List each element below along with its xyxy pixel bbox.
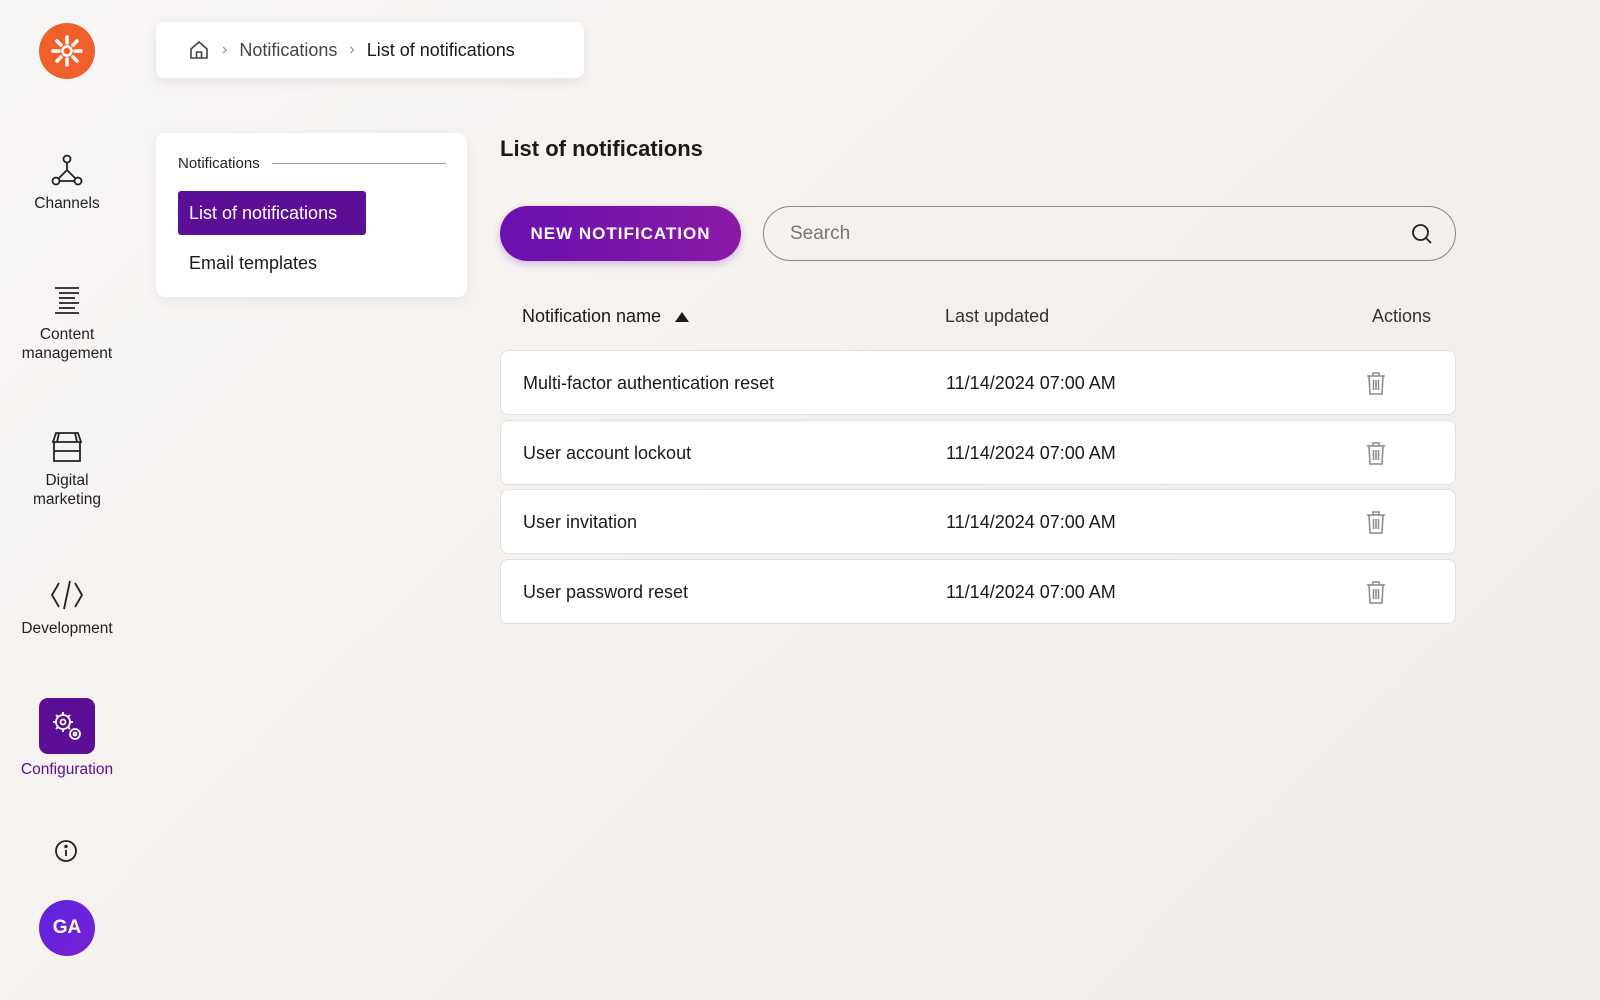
chevron-right-icon: › bbox=[349, 41, 355, 58]
last-updated: 11/14/2024 07:00 AM bbox=[946, 442, 1116, 463]
search-icon[interactable] bbox=[1411, 223, 1433, 245]
submenu-item-list[interactable]: List of notifications bbox=[178, 191, 366, 235]
search-box bbox=[763, 206, 1456, 261]
table-row[interactable]: User invitation 11/14/2024 07:00 AM bbox=[500, 489, 1456, 554]
left-rail: Channels Content management Digital mark… bbox=[0, 0, 134, 1000]
home-icon[interactable] bbox=[188, 39, 210, 61]
column-header-last-updated: Last updated bbox=[945, 306, 1050, 326]
last-updated: 11/14/2024 07:00 AM bbox=[946, 581, 1116, 602]
channels-icon bbox=[51, 154, 83, 186]
trash-icon[interactable] bbox=[1365, 441, 1387, 466]
column-header-actions: Actions bbox=[1371, 306, 1431, 326]
table-row[interactable]: Multi-factor authentication reset 11/14/… bbox=[500, 350, 1456, 415]
last-updated: 11/14/2024 07:00 AM bbox=[946, 512, 1116, 532]
notification-name: User account lockout bbox=[523, 442, 692, 463]
nav-channels[interactable]: Channels bbox=[0, 152, 134, 213]
sort-ascending-icon bbox=[675, 311, 690, 322]
nav-content-label-1: Content bbox=[39, 326, 95, 343]
logo[interactable] bbox=[39, 23, 95, 79]
nav-digital-label-1: Digital bbox=[45, 472, 89, 489]
chevron-right-icon: › bbox=[222, 41, 228, 58]
submenu-item-email-templates[interactable]: Email templates bbox=[178, 241, 328, 285]
logo-icon bbox=[51, 35, 83, 67]
nav-content-management[interactable]: Content management bbox=[0, 283, 134, 363]
table-header: Notification name Last updated Actions bbox=[500, 300, 1456, 336]
divider bbox=[271, 163, 446, 164]
breadcrumb-current: List of notifications bbox=[366, 39, 515, 60]
notification-name: Multi-factor authentication reset bbox=[523, 373, 775, 393]
notifications-table: Multi-factor authentication reset 11/14/… bbox=[500, 350, 1456, 628]
nav-digital-label-2: marketing bbox=[32, 491, 102, 508]
submenu: Notifications List of notifications Emai… bbox=[156, 133, 467, 297]
nav-development[interactable]: Development bbox=[0, 577, 134, 638]
column-header-name[interactable]: Notification name bbox=[522, 306, 690, 327]
store-icon bbox=[51, 432, 83, 462]
nav-digital-marketing[interactable]: Digital marketing bbox=[0, 429, 134, 509]
nav-channels-label: Channels bbox=[34, 195, 100, 212]
page-title: List of notifications bbox=[500, 136, 703, 161]
last-updated: 11/14/2024 07:00 AM bbox=[946, 373, 1116, 393]
breadcrumb: › Notifications › List of notifications bbox=[156, 22, 584, 78]
nav-development-label: Development bbox=[21, 620, 113, 637]
table-row[interactable]: User account lockout 11/14/2024 07:00 AM bbox=[500, 419, 1456, 485]
search-input[interactable] bbox=[790, 222, 1411, 245]
trash-icon[interactable] bbox=[1365, 510, 1387, 535]
info-button[interactable] bbox=[54, 839, 78, 868]
nav-configuration[interactable]: Configuration bbox=[0, 698, 134, 779]
nav-content-label-2: management bbox=[21, 345, 113, 362]
code-icon bbox=[50, 580, 84, 610]
nav-configuration-label: Configuration bbox=[20, 761, 114, 778]
breadcrumb-notifications[interactable]: Notifications bbox=[239, 40, 337, 61]
content-icon bbox=[55, 287, 79, 314]
gear-icon bbox=[53, 712, 81, 740]
new-notification-button[interactable]: NEW NOTIFICATION bbox=[500, 206, 741, 261]
trash-icon[interactable] bbox=[1365, 580, 1387, 605]
notification-name: User password reset bbox=[523, 581, 689, 602]
avatar[interactable]: GA bbox=[39, 900, 95, 956]
table-row[interactable]: User password reset 11/14/2024 07:00 AM bbox=[500, 558, 1456, 624]
trash-icon[interactable] bbox=[1365, 371, 1387, 396]
info-icon bbox=[55, 840, 77, 862]
submenu-section-title: Notifications bbox=[178, 155, 260, 172]
notification-name: User invitation bbox=[523, 512, 638, 532]
